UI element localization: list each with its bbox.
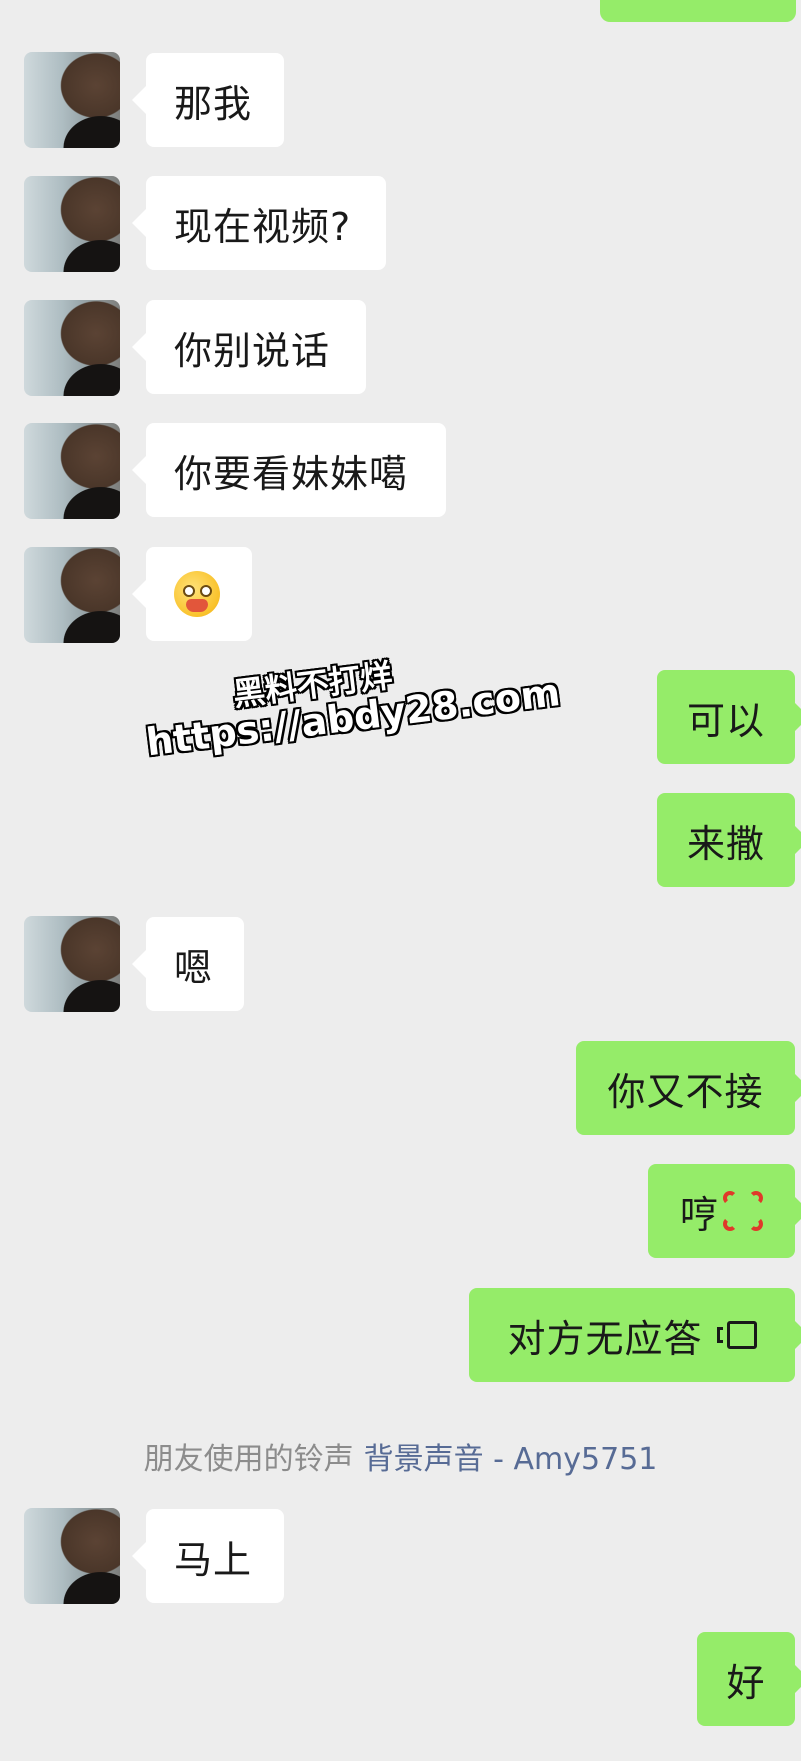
contact-avatar[interactable] — [24, 547, 120, 643]
watermark-line-1: 黑料不打烊 — [230, 656, 395, 714]
message-bubble-outgoing[interactable]: 来撒 — [657, 793, 801, 887]
message-text: 可以 — [686, 698, 765, 743]
message-bubble-incoming[interactable]: 你要看妹妹噶 — [132, 423, 446, 517]
blushing-peek-emoji — [174, 571, 220, 617]
ringtone-link[interactable]: 背景声音 - Amy5751 — [364, 1442, 658, 1477]
message-text: 马上 — [174, 1537, 253, 1582]
message-text: 好 — [726, 1660, 766, 1705]
message-bubble-incoming[interactable]: 马上 — [132, 1509, 284, 1603]
partial-outgoing-bubble — [600, 0, 796, 22]
message-text: 你要看妹妹噶 — [174, 451, 409, 496]
message-text: 哼 — [679, 1192, 719, 1237]
contact-avatar[interactable] — [24, 916, 120, 1012]
message-text: 现在视频? — [174, 204, 352, 249]
video-call-icon — [716, 1319, 757, 1351]
message-text: 你又不接 — [607, 1069, 764, 1114]
message-text: 嗯 — [174, 945, 214, 990]
message-text: 对方无应答 — [507, 1316, 703, 1361]
ringtone-notice-text: 朋友使用的铃声 — [143, 1442, 354, 1477]
anger-symbol-emoji — [723, 1191, 763, 1231]
contact-avatar[interactable] — [24, 1508, 120, 1604]
ringtone-notice: 朋友使用的铃声 背景声音 - Amy5751 — [0, 1434, 801, 1478]
message-bubble-incoming[interactable]: 那我 — [132, 53, 284, 147]
contact-avatar[interactable] — [24, 300, 120, 396]
message-text: 你别说话 — [174, 328, 331, 373]
message-bubble-outgoing[interactable]: 可以 — [657, 670, 801, 764]
contact-avatar[interactable] — [24, 52, 120, 148]
message-text: 那我 — [174, 81, 253, 126]
watermark: 黑料不打烊 https://abdy28.com — [140, 639, 563, 765]
message-bubble-incoming[interactable] — [132, 547, 252, 641]
message-bubble-incoming[interactable]: 嗯 — [132, 917, 244, 1011]
missed-call-bubble[interactable]: 对方无应答 — [469, 1288, 801, 1382]
message-bubble-outgoing[interactable]: 好 — [697, 1632, 801, 1726]
message-bubble-outgoing[interactable]: 你又不接 — [576, 1041, 801, 1135]
watermark-line-2: https://abdy28.com — [143, 669, 563, 765]
message-bubble-incoming[interactable]: 你别说话 — [132, 300, 366, 394]
message-text: 来撒 — [686, 821, 765, 866]
contact-avatar[interactable] — [24, 423, 120, 519]
chat-area[interactable]: 那我 现在视频? 你别说话 你要看妹妹噶 可以 来撒 嗯 你又不接 哼 对方无应… — [0, 0, 801, 1761]
message-bubble-incoming[interactable]: 现在视频? — [132, 176, 386, 270]
message-bubble-outgoing[interactable]: 哼 — [648, 1164, 801, 1258]
contact-avatar[interactable] — [24, 176, 120, 272]
